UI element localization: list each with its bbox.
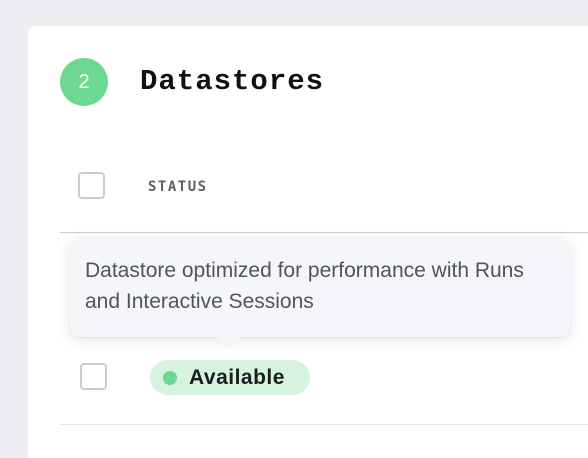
step-number-badge: 2 (60, 58, 108, 106)
table-header-divider (60, 232, 588, 233)
table-row-divider (60, 424, 588, 425)
status-tooltip: Datastore optimized for performance with… (70, 237, 570, 337)
datastores-panel: 2 Datastores STATUS Available Datastore … (28, 26, 588, 458)
status-dot-icon (163, 370, 177, 385)
select-all-checkbox[interactable] (78, 172, 105, 199)
status-label: Available (189, 365, 285, 389)
row-checkbox[interactable] (80, 363, 107, 390)
section-title: Datastores (140, 65, 325, 98)
status-badge[interactable]: Available (150, 360, 310, 395)
column-header-status[interactable]: STATUS (148, 178, 208, 196)
tooltip-arrow (217, 337, 241, 349)
